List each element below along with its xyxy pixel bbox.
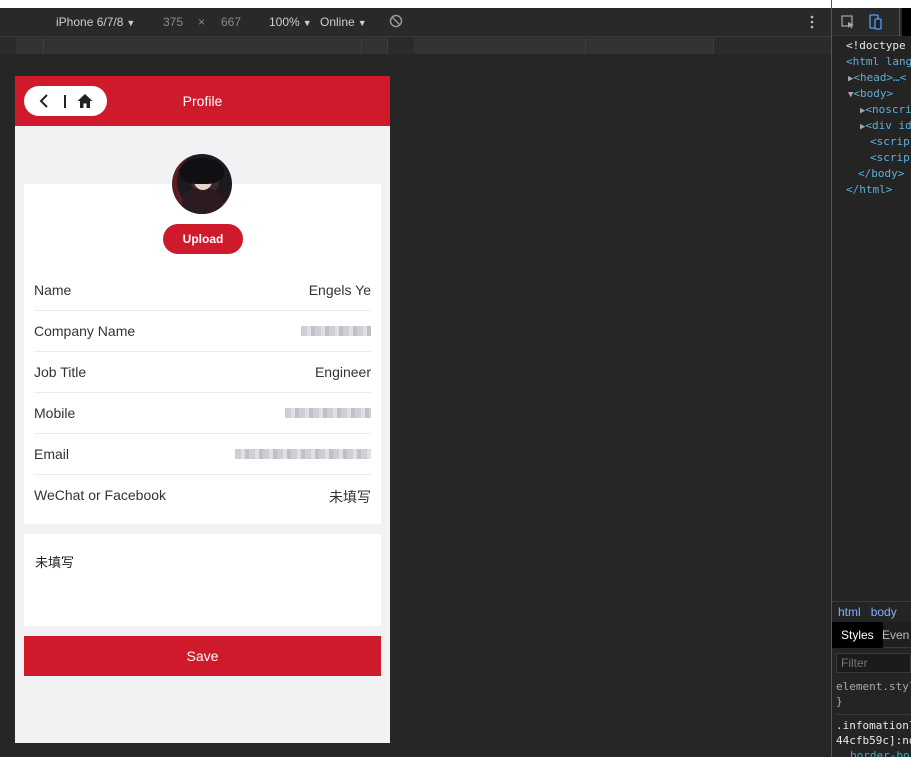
tree-node[interactable]: ▶<head>…< — [832, 70, 911, 86]
nav-capsule — [24, 86, 107, 116]
rule-line: border-bo — [850, 749, 910, 757]
phone-screen: Profile Upload Name Engels Ye Company Na… — [15, 76, 390, 743]
times-glyph: × — [198, 15, 206, 29]
field-label: Company Name — [34, 323, 136, 339]
zoom-select[interactable]: 100% ▼ — [269, 15, 312, 29]
more-options-icon[interactable] — [809, 15, 815, 29]
tab-event-listeners[interactable]: Even — [882, 628, 909, 642]
device-viewport: Profile Upload Name Engels Ye Company Na… — [0, 54, 831, 757]
tree-node[interactable]: ▼<body> — [832, 86, 911, 102]
rule-line: 44cfb59c]:no — [836, 734, 911, 747]
tree-node[interactable]: <!doctype — [832, 38, 911, 54]
rule-line: .infomationl — [836, 719, 911, 732]
devtools-toolbar — [832, 8, 911, 36]
device-toggle-icon[interactable] — [868, 14, 882, 30]
rule-line: element.styl — [836, 680, 911, 693]
avatar — [172, 154, 232, 214]
field-row-wechat[interactable]: WeChat or Facebook 未填写 — [34, 475, 371, 516]
field-label: Name — [34, 282, 72, 298]
devtools-panel: <!doctype <html lang ▶<head>…< ▼<body> ▶… — [832, 8, 911, 757]
profile-fields: Name Engels Ye Company Name Job Title En… — [24, 270, 381, 516]
viewport-width[interactable]: 375 — [163, 15, 183, 29]
styles-filter-input[interactable]: Filter — [836, 653, 911, 673]
app-header: Profile — [15, 76, 390, 126]
network-select[interactable]: Online ▼ — [320, 15, 367, 29]
field-value: Engineer — [314, 364, 371, 380]
field-label: Job Title — [34, 364, 87, 380]
style-rules: element.styl } .infomationl 44cfb59c]:no… — [836, 679, 911, 757]
browser-window: iPhone 6/7/8 ▼ 375 × 667 100% ▼ Online ▼ Pr… — [0, 0, 911, 757]
field-value-redacted — [301, 323, 371, 339]
bio-textarea[interactable]: 未填写 — [24, 534, 381, 626]
device-toolbar: iPhone 6/7/8 ▼ 375 × 667 100% ▼ Online ▼ — [0, 8, 831, 36]
home-icon[interactable] — [76, 92, 94, 110]
rotate-icon[interactable] — [389, 14, 403, 28]
field-value-redacted — [235, 446, 371, 462]
field-row-email[interactable]: Email — [34, 434, 371, 475]
field-label: WeChat or Facebook — [34, 487, 167, 503]
field-value: Engels Ye — [308, 282, 371, 298]
viewport-height[interactable]: 667 — [221, 15, 241, 29]
field-value: 未填写 — [329, 489, 371, 505]
tab-styles[interactable]: Styles — [832, 622, 883, 648]
chevron-down-icon: ▼ — [126, 18, 136, 28]
breadcrumb-item[interactable]: html — [838, 605, 861, 619]
field-label: Email — [34, 446, 70, 462]
field-row-job-title[interactable]: Job Title Engineer — [34, 352, 371, 393]
device-select[interactable]: iPhone 6/7/8 ▼ — [56, 15, 135, 29]
breadcrumb-item[interactable]: body — [871, 605, 897, 619]
save-button[interactable]: Save — [24, 636, 381, 676]
tree-node[interactable]: <script — [832, 150, 911, 166]
back-arrow-icon[interactable] — [38, 94, 50, 108]
styles-tabbar: Styles Even — [832, 622, 911, 648]
tree-node[interactable]: <script — [832, 134, 911, 150]
chevron-down-icon: ▼ — [302, 18, 312, 28]
media-query-ruler[interactable] — [0, 36, 831, 54]
tree-node[interactable]: ▶<noscri — [832, 102, 911, 118]
upload-button[interactable]: Upload — [163, 224, 243, 254]
tree-node[interactable]: ▶<div id — [832, 118, 911, 134]
rule-line: } — [836, 695, 843, 708]
field-row-mobile[interactable]: Mobile — [34, 393, 371, 434]
elements-tree: <!doctype <html lang ▶<head>…< ▼<body> ▶… — [832, 38, 911, 198]
field-row-company[interactable]: Company Name — [34, 311, 371, 352]
tree-node[interactable]: </html> — [832, 182, 911, 198]
breadcrumb: html body — [832, 601, 911, 621]
field-value-redacted — [285, 405, 371, 421]
inspect-element-icon[interactable] — [841, 15, 855, 29]
chevron-down-icon: ▼ — [357, 18, 367, 28]
tree-node[interactable]: <html lang — [832, 54, 911, 70]
tree-node[interactable]: </body> — [832, 166, 911, 182]
field-label: Mobile — [34, 405, 76, 421]
field-row-name[interactable]: Name Engels Ye — [34, 270, 371, 311]
divider — [64, 95, 66, 108]
